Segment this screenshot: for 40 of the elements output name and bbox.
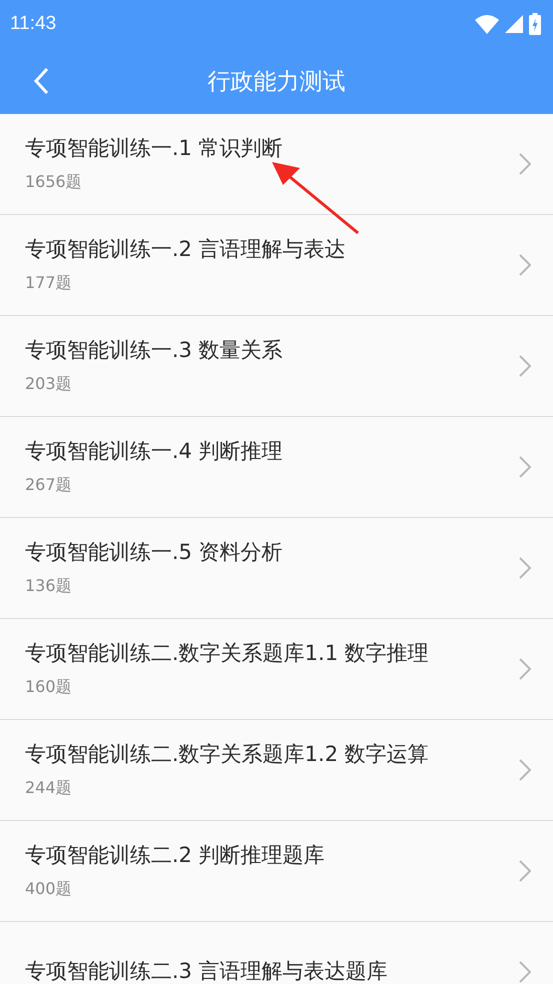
chevron-icon bbox=[519, 557, 531, 579]
chevron-left-icon bbox=[33, 67, 49, 95]
question-count: 244题 bbox=[25, 778, 73, 798]
list-item[interactable]: 专项智能训练二.2 判断推理题库 400题 bbox=[0, 821, 553, 922]
item-title: 专项智能训练一.5 资料分析 bbox=[25, 538, 284, 566]
item-title: 专项智能训练二.数字关系题库1.1 数字推理 bbox=[25, 640, 430, 666]
item-title: 专项智能训练一.4 判断推理 bbox=[25, 438, 284, 464]
question-count: 203题 bbox=[25, 374, 73, 394]
chevron-icon bbox=[519, 254, 531, 276]
wifi-icon bbox=[475, 14, 499, 34]
chevron-icon bbox=[519, 658, 531, 680]
list-item[interactable]: 专项智能训练一.3 数量关系 203题 bbox=[0, 316, 553, 417]
chevron-icon bbox=[519, 355, 531, 377]
chevron-icon bbox=[519, 759, 531, 781]
item-title: 专项智能训练一.1 常识判断 bbox=[25, 134, 284, 162]
question-count: 267题 bbox=[25, 474, 73, 496]
chevron-icon bbox=[519, 860, 531, 882]
item-title: 专项智能训练一.2 言语理解与表达 bbox=[25, 236, 347, 262]
list-item[interactable]: 专项智能训练二.3 言语理解与表达题库 bbox=[0, 922, 553, 984]
battery-icon bbox=[529, 13, 541, 35]
question-count: 160题 bbox=[25, 676, 73, 698]
item-title: 专项智能训练一.3 数量关系 bbox=[25, 336, 284, 364]
question-count: 177题 bbox=[25, 272, 73, 294]
chevron-icon bbox=[519, 456, 531, 478]
signal-icon bbox=[505, 15, 523, 33]
list-item[interactable]: 专项智能训练二.数字关系题库1.1 数字推理 160题 bbox=[0, 619, 553, 720]
item-title: 专项智能训练二.数字关系题库1.2 数字运算 bbox=[25, 740, 430, 768]
question-count: 400题 bbox=[25, 878, 73, 900]
list-item[interactable]: 专项智能训练一.5 资料分析 136题 bbox=[0, 518, 553, 619]
status-time: 11:43 bbox=[10, 13, 56, 35]
item-title: 专项智能训练二.3 言语理解与表达题库 bbox=[25, 958, 389, 984]
question-count: 1656题 bbox=[25, 172, 83, 192]
question-count: 136题 bbox=[25, 576, 73, 596]
list-item[interactable]: 专项智能训练一.2 言语理解与表达 177题 bbox=[0, 215, 553, 316]
list-item[interactable]: 专项智能训练一.4 判断推理 267题 bbox=[0, 417, 553, 518]
chevron-icon bbox=[519, 961, 531, 983]
chevron-icon bbox=[519, 153, 531, 175]
item-title: 专项智能训练二.2 判断推理题库 bbox=[25, 842, 326, 868]
list-item[interactable]: 专项智能训练二.数字关系题库1.2 数字运算 244题 bbox=[0, 720, 553, 821]
page-title: 行政能力测试 bbox=[208, 68, 346, 96]
